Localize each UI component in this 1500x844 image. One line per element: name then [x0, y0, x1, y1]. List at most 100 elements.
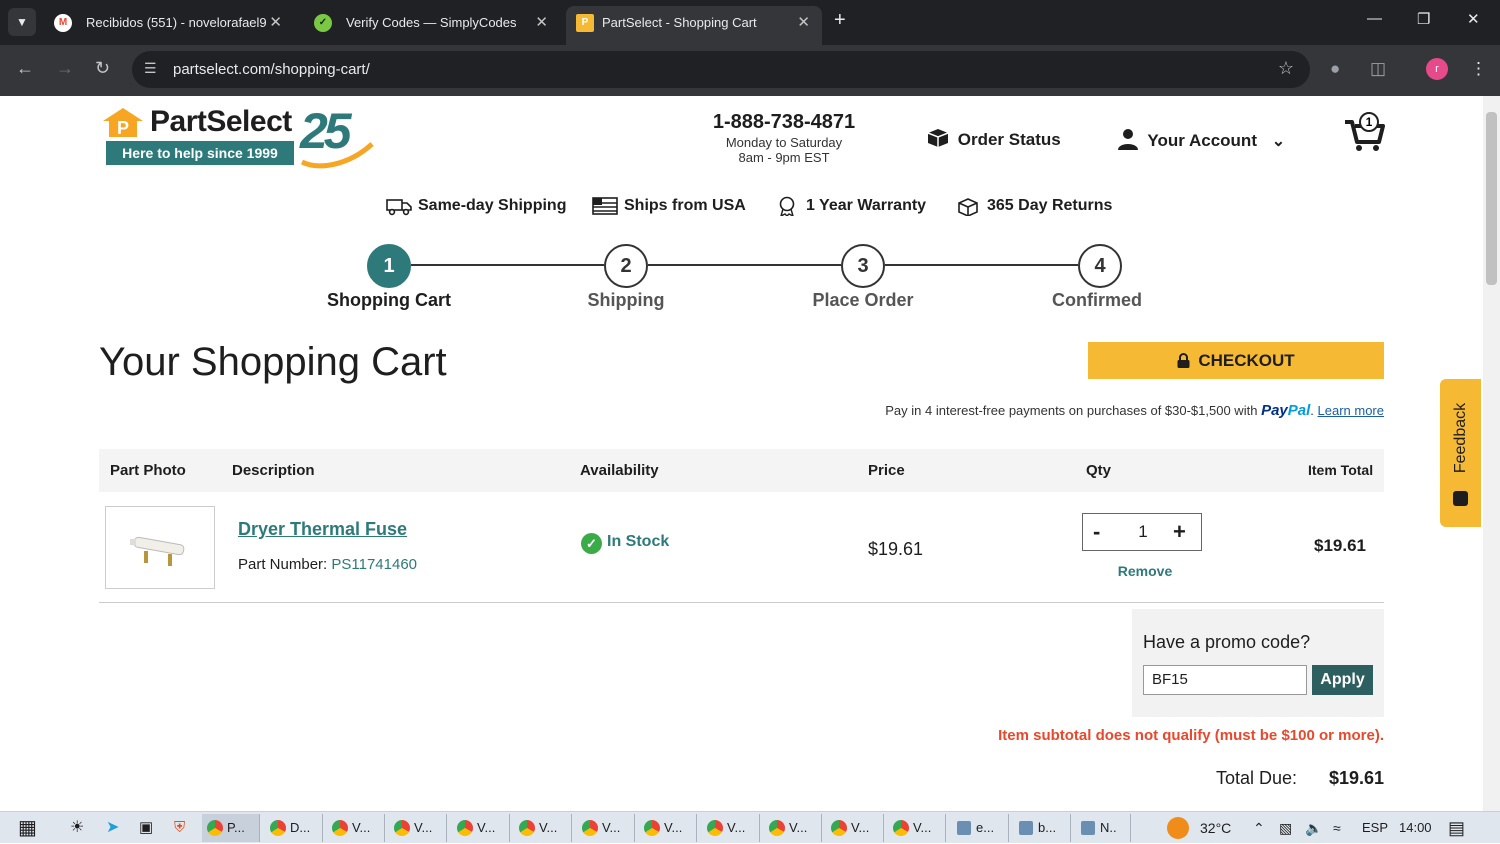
simplycodes-icon: ✓: [314, 14, 332, 32]
scrollbar-thumb[interactable]: [1486, 112, 1497, 285]
part-photo[interactable]: [105, 506, 215, 589]
notepad-icon: [957, 821, 971, 835]
close-tab-icon[interactable]: ✕: [269, 6, 282, 40]
tab-gmail[interactable]: M Recibidos (551) - novelorafael9 ✕: [42, 6, 294, 40]
taskbar-app-label: e...: [976, 820, 995, 835]
remove-item-link[interactable]: Remove: [1105, 563, 1185, 579]
brave-icon[interactable]: ⛨: [174, 812, 185, 844]
step-2-circle: 2: [604, 244, 648, 288]
column-header: Description: [232, 462, 315, 479]
taskbar-app-label: V...: [851, 820, 870, 835]
extension-icon[interactable]: ●: [1330, 59, 1340, 79]
phone-number[interactable]: 1-888-738-4871: [700, 111, 868, 134]
weather-sun-icon[interactable]: [1167, 817, 1189, 839]
tab-simplycodes[interactable]: ✓ Verify Codes — SimplyCodes ✕: [302, 6, 560, 40]
photos-icon[interactable]: ▣: [139, 812, 153, 844]
account-menu[interactable]: Your Account ⌄: [1117, 128, 1285, 151]
temperature[interactable]: 32°C: [1200, 812, 1231, 844]
profile-avatar[interactable]: r: [1426, 58, 1448, 80]
reload-icon[interactable]: ↻: [95, 58, 110, 79]
cart-table-header: Part Photo Description Availability Pric…: [99, 449, 1384, 492]
benefit-warranty: 1 Year Warranty: [774, 196, 926, 216]
taskbar-app[interactable]: V...: [577, 814, 635, 842]
benefit-returns: 365 Day Returns: [955, 196, 1112, 216]
taskbar-app[interactable]: P...: [202, 814, 260, 842]
restore-icon[interactable]: ❐: [1417, 10, 1430, 28]
taskbar-app[interactable]: V...: [452, 814, 510, 842]
apply-promo-button[interactable]: Apply: [1312, 665, 1373, 695]
qty-input[interactable]: 1: [1123, 514, 1163, 550]
feedback-smile-icon: [1453, 491, 1468, 506]
network-icon[interactable]: ▧: [1279, 812, 1292, 844]
chevron-up-icon[interactable]: ⌃: [1253, 812, 1265, 844]
taskbar-app[interactable]: V...: [826, 814, 884, 842]
chrome-icon: [519, 820, 535, 836]
learn-more-link[interactable]: Learn more: [1318, 403, 1384, 418]
benefit-same-day-shipping: Same-day Shipping: [386, 196, 566, 216]
taskbar-app[interactable]: V...: [327, 814, 385, 842]
notifications-icon[interactable]: ▤: [1448, 812, 1465, 844]
back-icon[interactable]: ←: [16, 58, 34, 79]
benefit-ships-from-usa: Ships from USA: [592, 196, 746, 216]
start-menu-icon[interactable]: ▦: [18, 812, 37, 844]
url-text[interactable]: partselect.com/shopping-cart/: [173, 51, 370, 88]
forward-icon[interactable]: →: [56, 58, 74, 79]
chrome-icon: [582, 820, 598, 836]
site-info-icon[interactable]: ☰: [144, 60, 157, 77]
user-icon: [1118, 129, 1138, 150]
minimize-icon[interactable]: —: [1367, 10, 1382, 27]
language-indicator[interactable]: ESP: [1362, 812, 1388, 844]
brand-name[interactable]: PartSelect: [150, 105, 292, 139]
product-name-link[interactable]: Dryer Thermal Fuse: [238, 519, 407, 540]
order-status-link[interactable]: Order Status: [927, 128, 1061, 150]
tab-title: Recibidos (551) - novelorafael9: [86, 15, 267, 30]
tab-search-button[interactable]: ▼: [8, 8, 36, 36]
taskbar-app[interactable]: D...: [265, 814, 323, 842]
address-bar[interactable]: ☰ partselect.com/shopping-cart/ ☆: [132, 51, 1310, 88]
close-tab-icon[interactable]: ✕: [797, 6, 810, 40]
new-tab-button[interactable]: +: [834, 9, 846, 32]
benefit-label: Same-day Shipping: [418, 197, 567, 215]
feedback-tab[interactable]: Feedback: [1440, 379, 1481, 527]
taskbar-app[interactable]: V...: [702, 814, 760, 842]
bookmark-star-icon[interactable]: ☆: [1278, 58, 1294, 79]
volume-icon[interactable]: 🔈: [1305, 812, 1322, 844]
chrome-icon: [207, 820, 223, 836]
taskbar-app[interactable]: V...: [514, 814, 572, 842]
qty-decrease-button[interactable]: -: [1093, 514, 1100, 550]
checkout-button[interactable]: CHECKOUT: [1088, 342, 1384, 379]
close-tab-icon[interactable]: ✕: [535, 6, 548, 40]
extensions-puzzle-icon[interactable]: ◫: [1370, 59, 1386, 79]
taskbar-app[interactable]: V...: [888, 814, 946, 842]
qty-increase-button[interactable]: +: [1173, 514, 1186, 550]
taskbar-app[interactable]: N..: [1075, 814, 1131, 842]
promo-code-input[interactable]: BF15: [1143, 665, 1307, 695]
total-due-value: $19.61: [1328, 768, 1384, 788]
menu-kebab-icon[interactable]: ⋮: [1470, 59, 1487, 79]
partselect-icon: P: [576, 14, 594, 32]
taskbar-app[interactable]: e...: [951, 814, 1009, 842]
quantity-stepper: - 1 +: [1082, 513, 1202, 551]
checkout-label: CHECKOUT: [1198, 351, 1295, 370]
taskbar-app[interactable]: V...: [764, 814, 822, 842]
part-number: Part Number: PS11741460: [238, 556, 417, 573]
promo-code-panel: Have a promo code? BF15 Apply: [1132, 609, 1384, 717]
anniversary-swoosh-icon: [300, 142, 374, 169]
benefit-label: 1 Year Warranty: [806, 197, 927, 215]
partselect-logo-icon[interactable]: P: [101, 107, 145, 137]
taskbar-app[interactable]: b...: [1013, 814, 1071, 842]
tab-partselect[interactable]: P PartSelect - Shopping Cart ✕: [566, 6, 822, 45]
wifi-icon[interactable]: ≈: [1333, 812, 1341, 844]
feedback-label: Feedback: [1452, 402, 1469, 474]
benefit-label: 365 Day Returns: [987, 197, 1113, 215]
taskbar-app[interactable]: V...: [389, 814, 447, 842]
chrome-icon: [769, 820, 785, 836]
part-number-value[interactable]: PS11741460: [331, 556, 417, 573]
telegram-icon[interactable]: ➤: [106, 812, 119, 844]
clock[interactable]: 14:00: [1399, 812, 1432, 844]
taskbar-app[interactable]: V...: [639, 814, 697, 842]
close-window-icon[interactable]: ✕: [1467, 10, 1480, 28]
widget-icon[interactable]: ☀: [70, 812, 84, 844]
column-header: Price: [868, 462, 905, 479]
box-icon: [927, 129, 949, 147]
